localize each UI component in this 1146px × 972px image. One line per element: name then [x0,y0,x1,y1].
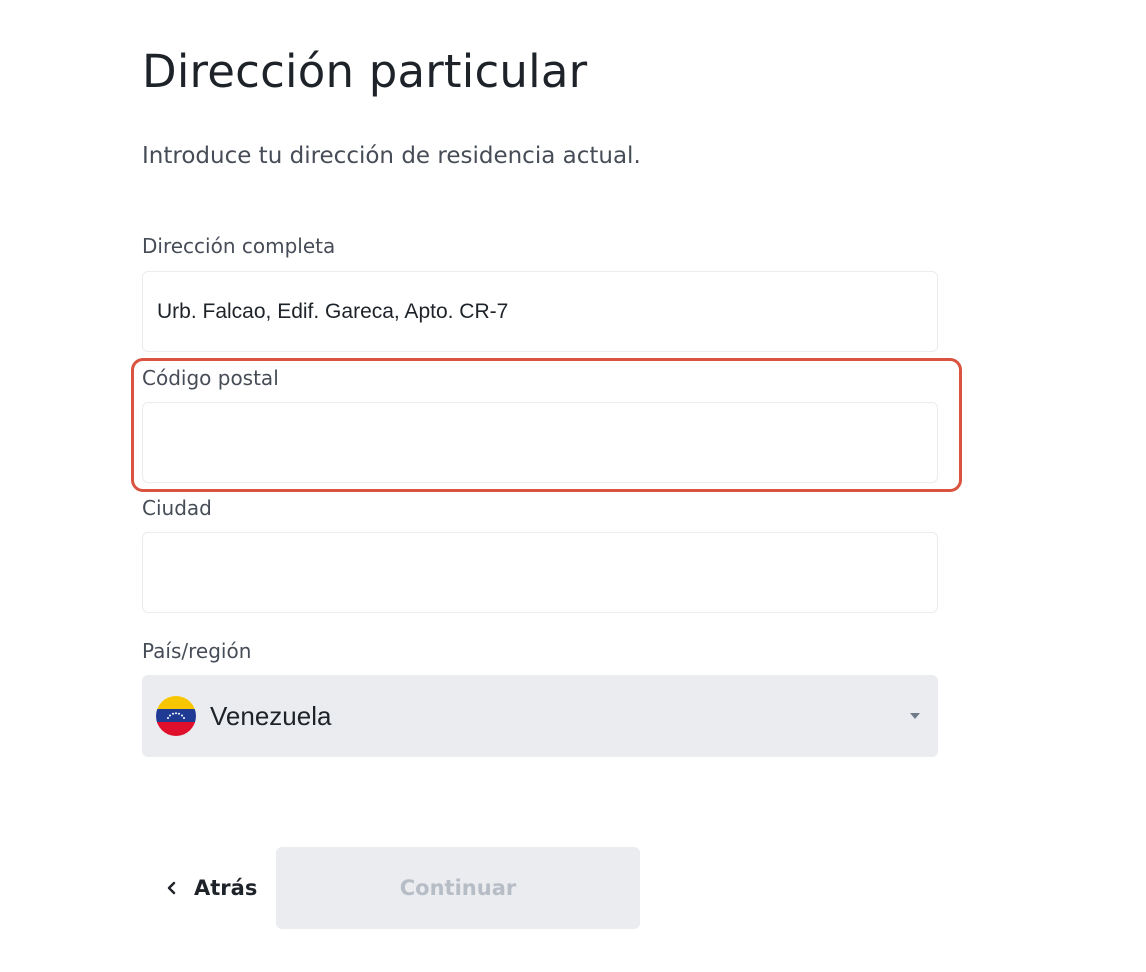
city-input[interactable] [142,532,938,613]
country-selected-value: Venezuela [210,700,332,731]
continue-button[interactable]: Continuar [276,847,640,929]
page-subtitle: Introduce tu dirección de residencia act… [142,143,641,169]
country-label: País/región [142,639,252,663]
postal-code-input[interactable] [142,402,938,483]
city-label: Ciudad [142,496,212,520]
venezuela-flag-icon [156,696,196,736]
caret-down-icon [910,713,920,719]
chevron-left-icon [167,881,176,895]
page-title: Dirección particular [142,45,588,98]
country-select[interactable]: Venezuela [142,675,938,757]
postal-code-label: Código postal [142,366,279,390]
address-label: Dirección completa [142,234,336,258]
back-button[interactable]: Atrás [166,862,257,914]
back-label: Atrás [194,876,258,900]
address-input[interactable] [142,271,938,352]
